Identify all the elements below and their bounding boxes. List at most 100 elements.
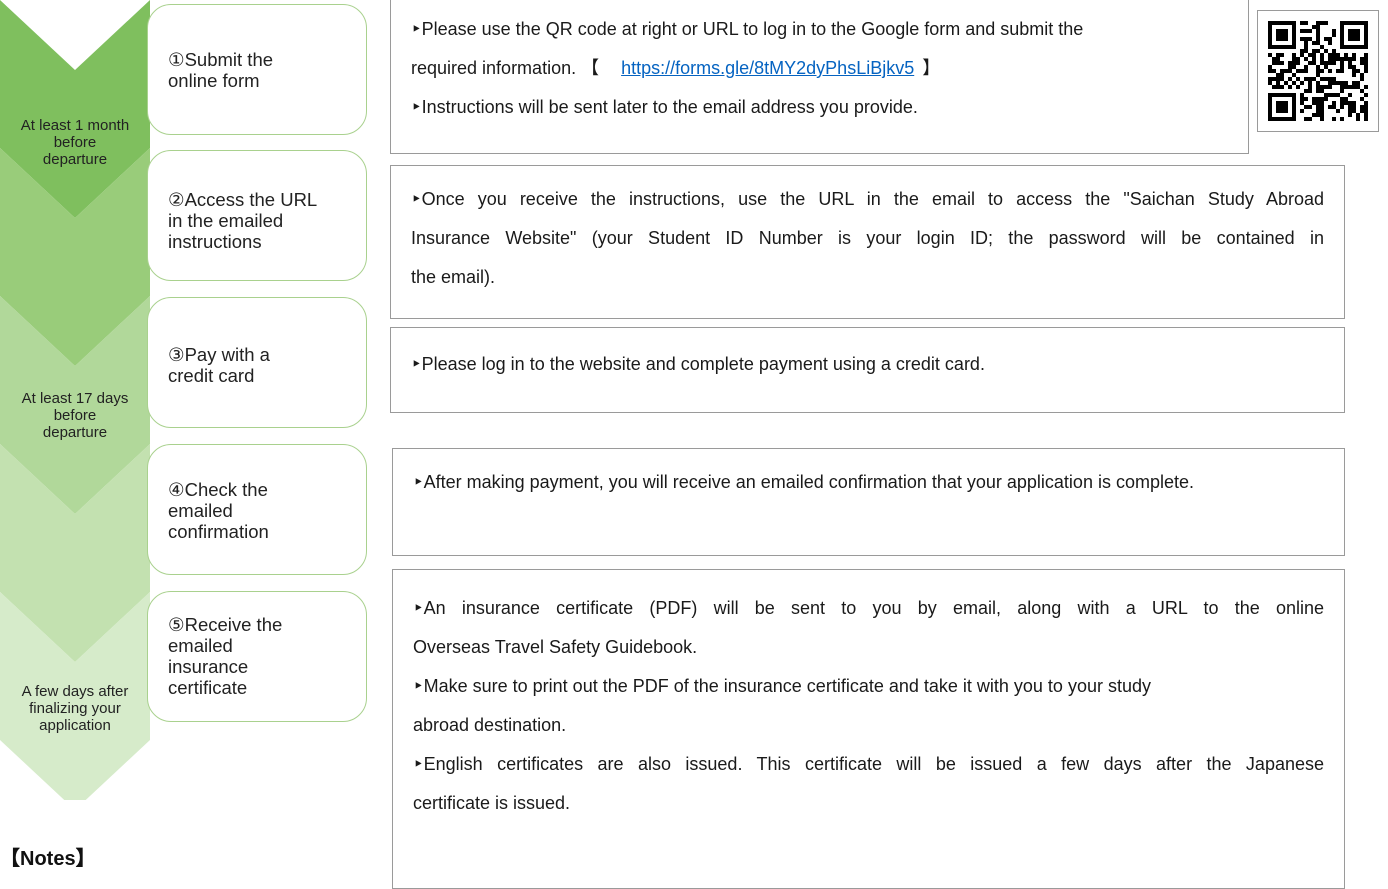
qr-module [1300,29,1304,33]
qr-module [1352,53,1356,57]
qr-module [1268,25,1272,29]
qr-module [1340,117,1344,121]
box-text-line: the email). [411,267,496,287]
qr-module [1300,21,1304,25]
qr-module [1320,105,1324,109]
qr-module [1328,85,1332,89]
qr-module [1316,85,1320,89]
timing-line: A few days after [21,683,129,700]
qr-module [1296,61,1300,65]
qr-module [1320,77,1324,81]
qr-module [1300,81,1304,85]
qr-module [1364,105,1368,109]
step-submit-form: ①Submit the online form [147,4,367,135]
qr-module [1316,113,1320,117]
qr-module [1308,53,1312,57]
qr-module [1316,33,1320,37]
qr-module [1276,57,1280,61]
qr-module [1348,101,1352,105]
qr-module [1336,69,1340,73]
step-label-line: ③Pay with a [168,344,270,365]
qr-module [1280,117,1284,121]
qr-module [1340,101,1344,105]
qr-module [1340,65,1344,69]
qr-module [1312,61,1316,65]
google-form-link[interactable]: https://forms.gle/8tMY2dyPhsLiBjkv5 [621,58,914,78]
qr-module [1292,61,1296,65]
qr-module [1364,57,1368,61]
qr-module [1348,93,1352,97]
timing-line: finalizing your [29,700,121,717]
qr-module [1268,21,1272,25]
qr-module [1284,33,1288,37]
qr-module [1316,21,1320,25]
qr-module [1340,61,1344,65]
qr-module [1292,65,1296,69]
qr-module [1328,37,1332,41]
qr-module [1360,57,1364,61]
qr-module [1340,37,1344,41]
qr-module [1332,93,1336,97]
qr-module [1340,29,1344,33]
qr-module [1364,93,1368,97]
qr-module [1348,105,1352,109]
qr-module [1276,53,1280,57]
step-label-line: emailed [168,500,233,521]
qr-module [1340,41,1344,45]
qr-module [1352,29,1356,33]
qr-module [1348,65,1352,69]
qr-module [1292,37,1296,41]
qr-module [1340,33,1344,37]
instructions-box-access-url: ‣Once you receive the instructions, use … [390,165,1345,319]
qr-module [1356,45,1360,49]
qr-module [1272,45,1276,49]
qr-module [1268,77,1272,81]
qr-module [1348,29,1352,33]
qr-module [1272,61,1276,65]
qr-module [1312,57,1316,61]
qr-module [1364,37,1368,41]
qr-module [1340,85,1344,89]
qr-module [1356,113,1360,117]
qr-module [1304,117,1308,121]
qr-module [1276,21,1280,25]
qr-module [1280,77,1284,81]
qr-module [1288,21,1292,25]
qr-module [1332,49,1336,53]
qr-module [1316,49,1320,53]
qr-module [1280,45,1284,49]
qr-module [1284,37,1288,41]
qr-module [1356,85,1360,89]
qr-module [1348,61,1352,65]
qr-module [1356,37,1360,41]
qr-module [1300,97,1304,101]
qr-module [1280,69,1284,73]
qr-module [1364,61,1368,65]
qr-module [1316,81,1320,85]
qr-module [1352,21,1356,25]
timing-line: At least 17 days [21,390,129,407]
qr-module [1280,21,1284,25]
qr-module [1340,97,1344,101]
qr-module [1288,117,1292,121]
qr-module [1280,109,1284,113]
qr-module [1276,85,1280,89]
qr-module [1296,77,1300,81]
qr-module [1292,33,1296,37]
qr-module [1352,101,1356,105]
qr-module [1360,109,1364,113]
qr-module [1276,33,1280,37]
qr-module [1308,85,1312,89]
qr-code-icon[interactable] [1268,21,1368,121]
qr-module [1280,29,1284,33]
qr-module [1316,109,1320,113]
qr-module [1356,21,1360,25]
qr-module [1364,33,1368,37]
qr-module [1312,113,1316,117]
qr-module [1272,57,1276,61]
qr-module [1316,25,1320,29]
qr-module [1300,53,1304,57]
qr-module [1288,45,1292,49]
qr-module [1304,69,1308,73]
qr-module [1332,29,1336,33]
